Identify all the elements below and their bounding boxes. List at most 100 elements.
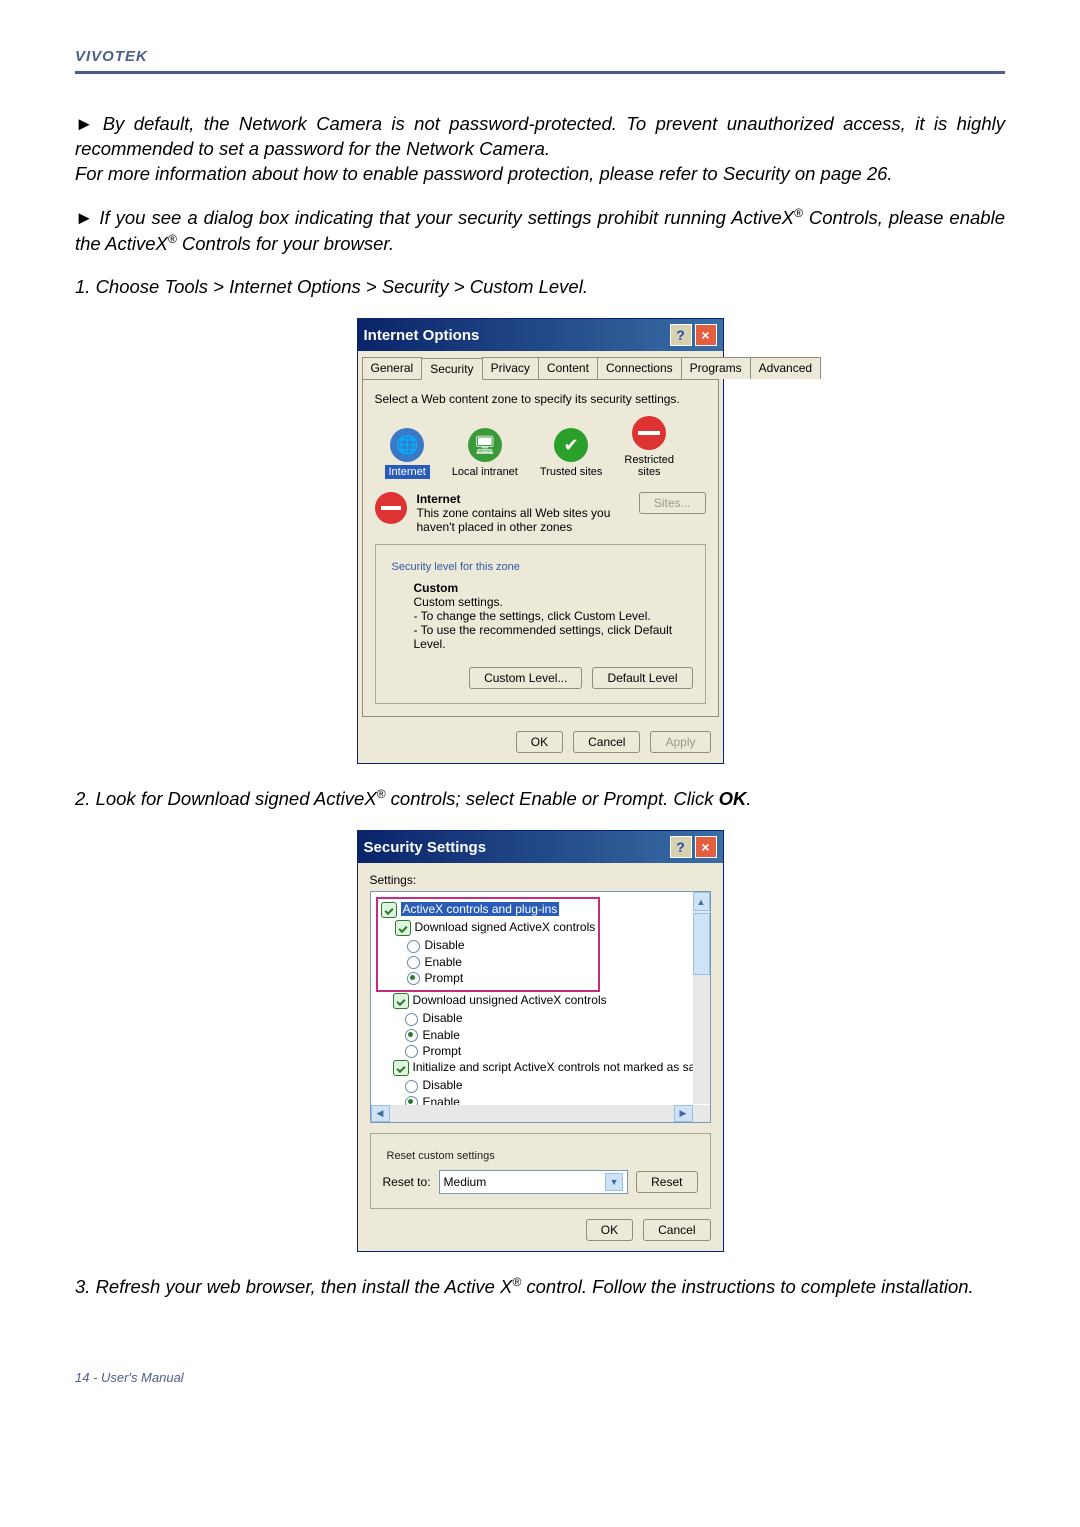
step-2-text-b: controls; select Enable or Prompt. Click: [386, 788, 719, 809]
bullet-2: If you see a dialog box indicating that …: [75, 205, 1005, 257]
radio-disable-label: Disable: [423, 1078, 463, 1092]
bullet-1: By default, the Network Camera is not pa…: [75, 112, 1005, 187]
ok-button[interactable]: OK: [516, 731, 563, 753]
dialog-title: Internet Options: [364, 327, 480, 344]
bullet-1-text-a: By default, the Network Camera is not pa…: [75, 113, 1005, 159]
radio-disable[interactable]: [405, 1013, 418, 1026]
reset-to-value: Medium: [444, 1175, 487, 1189]
security-settings-dialog: Security Settings ? × Settings: ActiveX …: [357, 830, 724, 1252]
registered-mark: ®: [168, 232, 177, 246]
custom-line-1: Custom settings.: [414, 595, 503, 609]
setting-icon: [395, 920, 411, 936]
scroll-thumb[interactable]: [693, 913, 710, 975]
tab-content[interactable]: Content: [538, 357, 598, 379]
settings-tree[interactable]: ActiveX controls and plug-ins Download s…: [370, 891, 711, 1123]
custom-line-2: - To change the settings, click Custom L…: [414, 609, 651, 623]
restricted-icon: [632, 416, 666, 450]
scroll-up-icon[interactable]: ▲: [693, 892, 710, 911]
category-icon: [381, 902, 397, 918]
scroll-right-icon[interactable]: ▶: [674, 1105, 693, 1122]
chevron-down-icon[interactable]: ▼: [605, 1173, 623, 1191]
restricted-icon: [375, 492, 407, 524]
zone-restricted-label-1: Restricted: [624, 454, 674, 466]
scroll-corner: [693, 1105, 710, 1122]
zone-local-intranet[interactable]: 🖥 Local intranet: [452, 428, 518, 478]
tab-programs[interactable]: Programs: [681, 357, 751, 379]
tree-item-download-unsigned[interactable]: Download unsigned ActiveX controls: [413, 993, 607, 1007]
tab-security[interactable]: Security: [421, 358, 482, 380]
tree-item-download-signed[interactable]: Download signed ActiveX controls: [415, 920, 596, 934]
tab-connections[interactable]: Connections: [597, 357, 682, 379]
step-2-text-a: 2. Look for Download signed ActiveX: [75, 788, 377, 809]
globe-icon: 🌐: [390, 428, 424, 462]
custom-title: Custom: [414, 581, 459, 595]
cancel-button[interactable]: Cancel: [643, 1219, 710, 1241]
arrow-icon: [75, 113, 103, 134]
scroll-left-icon[interactable]: ◀: [371, 1105, 390, 1122]
radio-enable-label: Enable: [425, 955, 462, 969]
registered-mark: ®: [377, 787, 386, 801]
radio-disable-label: Disable: [423, 1011, 463, 1025]
reset-button[interactable]: Reset: [636, 1171, 697, 1193]
intranet-icon: 🖥: [468, 428, 502, 462]
setting-icon: [393, 1060, 409, 1076]
zone-trusted-label: Trusted sites: [540, 466, 603, 478]
radio-prompt[interactable]: [405, 1045, 418, 1058]
page-footer: 14 - User's Manual: [75, 1370, 1005, 1385]
radio-enable[interactable]: [405, 1029, 418, 1042]
bullet-2-text-a: If you see a dialog box indicating that …: [99, 207, 794, 228]
close-icon[interactable]: ×: [695, 324, 717, 346]
security-level-legend: Security level for this zone: [392, 561, 693, 573]
zone-trusted-sites[interactable]: ✔ Trusted sites: [540, 428, 603, 478]
reset-to-select[interactable]: Medium ▼: [439, 1170, 629, 1194]
zone-restricted-sites[interactable]: Restricted sites: [624, 416, 674, 478]
cancel-button[interactable]: Cancel: [573, 731, 640, 753]
radio-prompt[interactable]: [407, 972, 420, 985]
radio-prompt-label: Prompt: [425, 971, 464, 985]
custom-level-button[interactable]: Custom Level...: [469, 667, 582, 689]
step-2: 2. Look for Download signed ActiveX® con…: [75, 786, 1005, 812]
dialog-title: Security Settings: [364, 839, 487, 856]
radio-enable[interactable]: [407, 956, 420, 969]
radio-prompt-label: Prompt: [423, 1044, 462, 1058]
step-2-ok: OK: [719, 788, 747, 809]
settings-label: Settings:: [370, 873, 711, 887]
close-icon[interactable]: ×: [695, 836, 717, 858]
scrollbar-vertical[interactable]: ▲: [693, 892, 710, 1104]
radio-disable[interactable]: [407, 940, 420, 953]
zone-info-title: Internet: [417, 492, 461, 506]
internet-options-dialog: Internet Options ? × General Security Pr…: [357, 318, 724, 764]
tree-category-activex[interactable]: ActiveX controls and plug-ins: [401, 902, 560, 916]
step-3: 3. Refresh your web browser, then instal…: [75, 1274, 1005, 1300]
tab-strip: General Security Privacy Content Connect…: [358, 351, 723, 379]
tab-advanced[interactable]: Advanced: [750, 357, 821, 379]
zone-instruction: Select a Web content zone to specify its…: [375, 392, 706, 406]
bullet-1-text-b: For more information about how to enable…: [75, 163, 893, 184]
help-icon[interactable]: ?: [670, 836, 692, 858]
zone-internet-label: Internet: [385, 465, 430, 479]
zone-intranet-label: Local intranet: [452, 466, 518, 478]
step-3-text-a: 3. Refresh your web browser, then instal…: [75, 1276, 512, 1297]
default-level-button[interactable]: Default Level: [592, 667, 692, 689]
scrollbar-horizontal[interactable]: ◀ ▶: [371, 1105, 693, 1122]
zone-internet[interactable]: 🌐 Internet: [385, 428, 430, 478]
header-rule: [75, 71, 1005, 74]
step-1: 1. Choose Tools > Internet Options > Sec…: [75, 275, 1005, 300]
sites-button[interactable]: Sites...: [639, 492, 706, 514]
step-2-end: .: [746, 788, 751, 809]
arrow-icon: [75, 207, 99, 228]
tab-general[interactable]: General: [362, 357, 423, 379]
registered-mark: ®: [794, 206, 803, 220]
ok-button[interactable]: OK: [586, 1219, 633, 1241]
registered-mark: ®: [512, 1275, 521, 1289]
radio-disable[interactable]: [405, 1080, 418, 1093]
apply-button[interactable]: Apply: [650, 731, 710, 753]
step-3-text-b: control. Follow the instructions to comp…: [521, 1276, 973, 1297]
dialog-titlebar: Internet Options ? ×: [358, 319, 723, 351]
dialog-titlebar: Security Settings ? ×: [358, 831, 723, 863]
zone-info-desc-1: This zone contains all Web sites you: [417, 506, 611, 520]
tree-item-initialize-script[interactable]: Initialize and script ActiveX controls n…: [413, 1060, 706, 1074]
tab-privacy[interactable]: Privacy: [482, 357, 539, 379]
radio-enable-label: Enable: [423, 1028, 460, 1042]
help-icon[interactable]: ?: [670, 324, 692, 346]
